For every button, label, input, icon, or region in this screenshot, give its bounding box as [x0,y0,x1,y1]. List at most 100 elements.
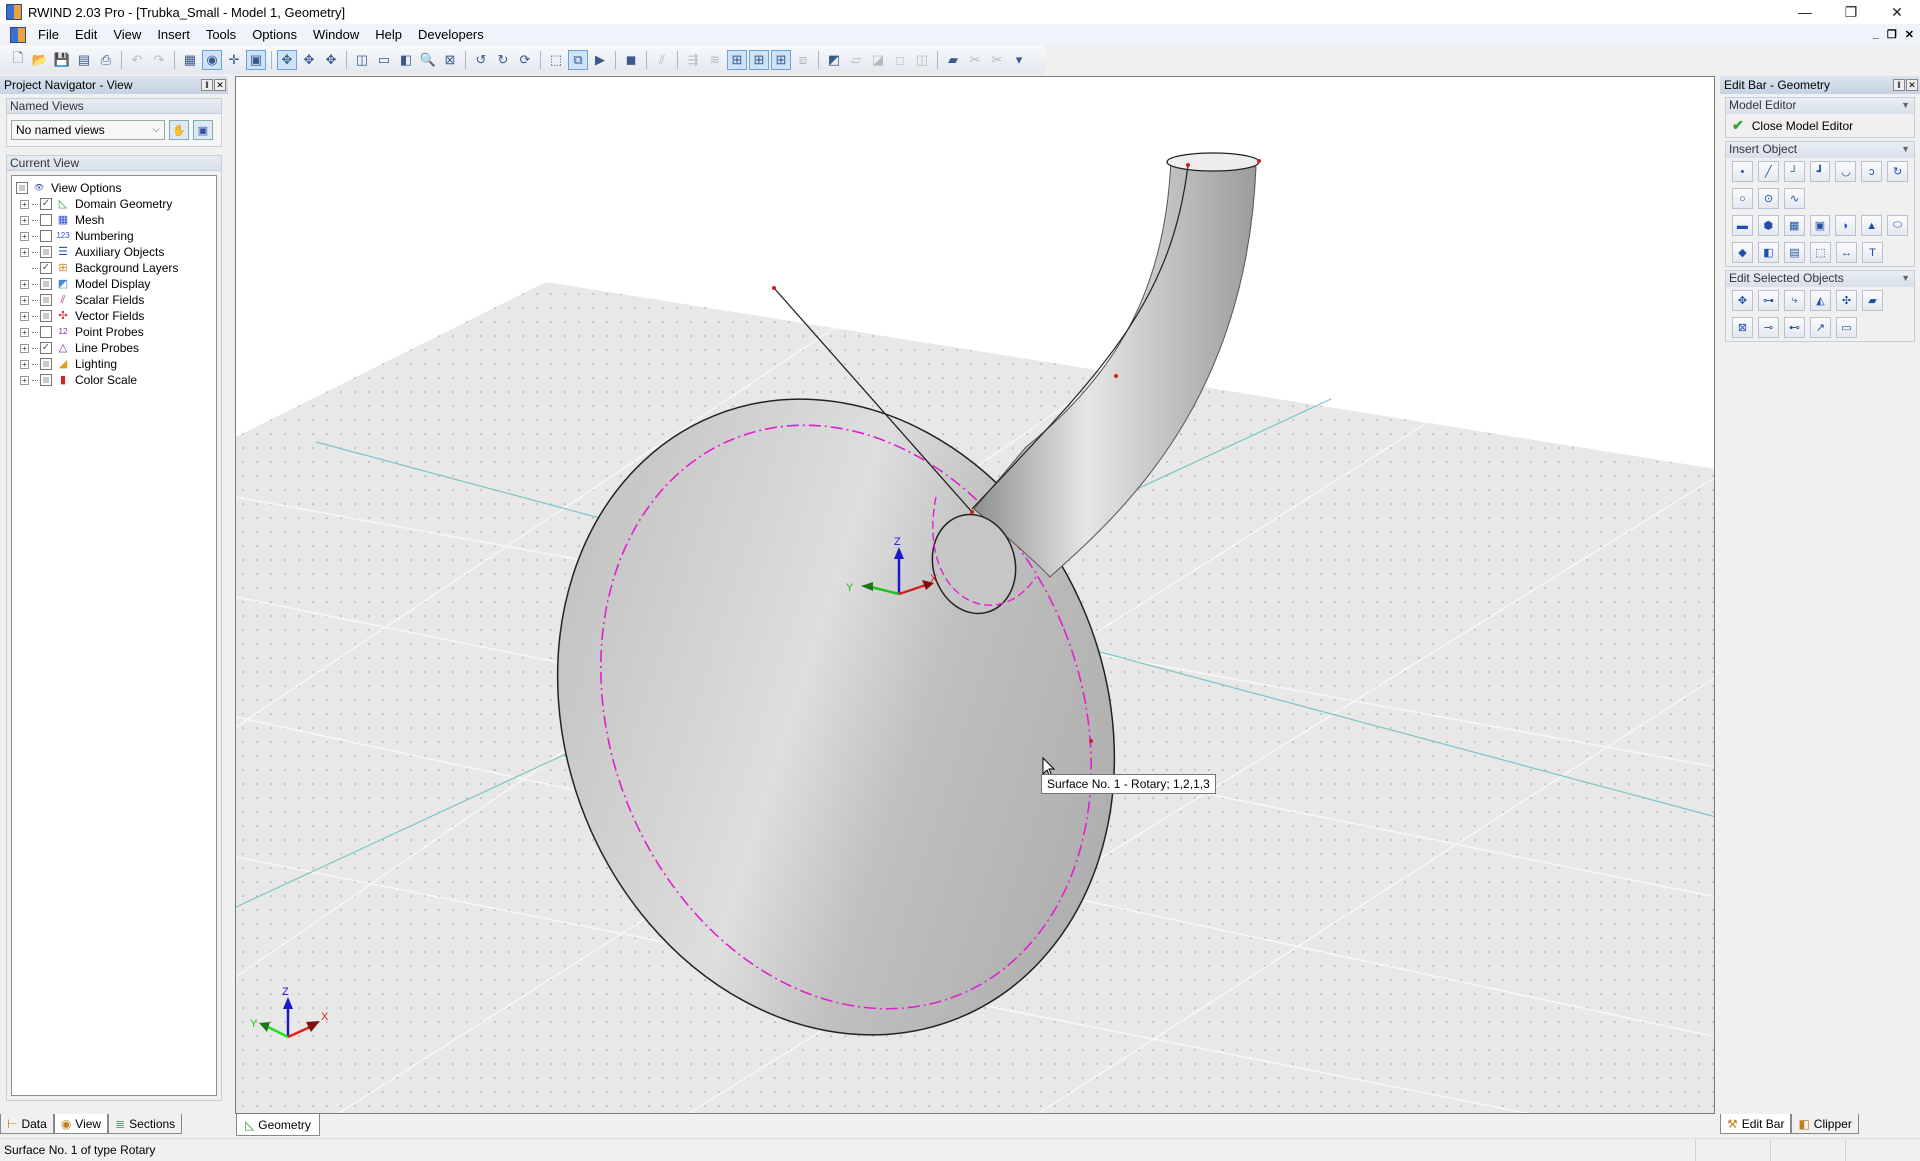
insert-solid-button[interactable]: ◧ [1758,242,1779,263]
menu-insert[interactable]: Insert [149,24,198,46]
visibility-checkbox[interactable] [16,182,28,194]
probe-b-button[interactable]: ⊞ [749,50,769,70]
project-button[interactable]: ▰ [1862,290,1883,311]
menu-view[interactable]: View [105,24,149,46]
insert-line-button[interactable]: ╱ [1757,161,1779,182]
move-copy-button[interactable]: ✥ [1732,290,1753,311]
slice-c-button[interactable]: ◫ [912,50,932,70]
plane-button[interactable]: ▱ [846,50,866,70]
grid-button[interactable]: ✛ [224,50,244,70]
visibility-checkbox[interactable]: ✓ [40,198,52,210]
visibility-checkbox[interactable] [40,278,52,290]
restore-button[interactable]: ❐ [1828,0,1874,24]
insert-node-button[interactable]: • [1732,161,1753,182]
insert-quad-surface-button[interactable]: ▣ [1809,215,1831,236]
divide-line-button[interactable]: ⊸ [1758,317,1779,338]
model-editor-header[interactable]: Model Editor ▼ [1726,98,1914,114]
model-data-button[interactable]: ▤ [74,50,94,70]
previous-view-button[interactable]: ◧ [396,50,416,70]
visibility-checkbox[interactable] [40,358,52,370]
zoom-button[interactable]: 🔍 [418,50,438,70]
expand-icon[interactable]: + [20,215,29,225]
wireframe-button[interactable]: ⬚ [546,50,566,70]
insert-circle-center-button[interactable]: ⊙ [1758,188,1779,209]
expand-icon[interactable]: + [20,199,29,209]
insert-extrude-button[interactable]: ▤ [1784,242,1805,263]
clipper-button[interactable]: ◩ [824,50,844,70]
insert-cylinder-button[interactable]: ⬭ [1887,215,1909,236]
extend-line-button[interactable]: ↗ [1810,317,1831,338]
expand-icon[interactable]: + [20,231,29,241]
tree-item-point-probes[interactable]: +12 Point Probes [16,324,212,340]
rotate-right-button[interactable]: ↻ [493,50,513,70]
menu-edit[interactable]: Edit [67,24,105,46]
save-button[interactable]: 💾 [52,50,72,70]
panel-close-icon[interactable]: ✕ [1906,79,1918,91]
insert-grid-surface-button[interactable]: ▦ [1783,215,1805,236]
redo-button[interactable]: ↷ [149,50,169,70]
insert-arc-button[interactable]: ◡ [1835,161,1857,182]
insert-circle-button[interactable]: ○ [1732,188,1753,209]
insert-box-button[interactable]: ⬚ [1810,242,1831,263]
expand-icon[interactable]: + [20,327,29,337]
probe-a-button[interactable]: ⊞ [727,50,747,70]
tab-view[interactable]: ◉ View [53,1114,109,1134]
mdi-minimize-button[interactable]: _ [1873,28,1879,41]
rotate-y-button[interactable]: ✥ [321,50,341,70]
tab-data[interactable]: ⊢ Data [0,1114,54,1134]
surface-select-button[interactable]: ▰ [943,50,963,70]
manage-views-button[interactable]: ✋ [169,120,189,140]
insert-object-header[interactable]: Insert Object ▼ [1726,142,1914,158]
new-button[interactable]: 🗋 [8,50,28,70]
tree-item-lighting[interactable]: + ◢ Lighting [16,356,212,372]
insert-polyline-button[interactable]: ┘ [1783,161,1805,182]
visibility-checkbox[interactable] [40,214,52,226]
model-scene[interactable]: Z Y X Z Y X [236,77,1715,1114]
tree-item-auxiliary-objects[interactable]: + ☰ Auxiliary Objects [16,244,212,260]
pan-button[interactable]: ▭ [374,50,394,70]
expand-icon[interactable]: + [20,375,29,385]
tab-geometry[interactable]: ◺ Geometry [236,1114,320,1136]
tab-sections[interactable]: ≣ Sections [108,1114,183,1134]
expand-icon[interactable]: + [20,359,29,369]
visibility-checkbox[interactable]: ✓ [40,262,52,274]
insert-polyline-step-button[interactable]: ┛ [1809,161,1831,182]
insert-cone-button[interactable]: ▲ [1861,215,1883,236]
tree-item-scalar-fields[interactable]: + ⫽ Scalar Fields [16,292,212,308]
mirror-button[interactable]: ◭ [1810,290,1831,311]
tree-item-model-display[interactable]: + ◩ Model Display [16,276,212,292]
edit-selected-header[interactable]: Edit Selected Objects ▼ [1726,271,1914,287]
probe-c-button[interactable]: ⊞ [771,50,791,70]
tree-item-numbering[interactable]: +123 Numbering [16,228,212,244]
tree-item-color-scale[interactable]: + ▮ Color Scale [16,372,212,388]
document-icon[interactable] [10,27,26,43]
cut-delete-button[interactable]: ✂ [987,50,1007,70]
render-mode-button[interactable]: ◼ [621,50,641,70]
slice-a-button[interactable]: ◪ [868,50,888,70]
scale-button[interactable]: ✣ [1836,290,1857,311]
insert-text-button[interactable]: T [1862,242,1883,263]
rotate-x-button[interactable]: ✥ [299,50,319,70]
tab-clipper[interactable]: ◧ Clipper [1791,1114,1859,1134]
menu-file[interactable]: File [30,24,67,46]
tree-item-line-probes[interactable]: + ✓ △ Line Probes [16,340,212,356]
tree-item-vector-fields[interactable]: + ✣ Vector Fields [16,308,212,324]
mdi-close-button[interactable]: ✕ [1905,28,1914,41]
close-button[interactable]: ✕ [1874,0,1920,24]
menu-options[interactable]: Options [244,24,305,46]
streamlines-button[interactable]: ≋ [705,50,725,70]
insert-spline-button[interactable]: ∿ [1784,188,1805,209]
select-button[interactable]: ▦ [180,50,200,70]
measure-button[interactable]: ▭ [1836,317,1857,338]
rotate-view-button[interactable]: ✥ [277,50,297,70]
expand-icon[interactable]: + [20,247,29,257]
visibility-checkbox[interactable] [40,326,52,338]
panel-close-icon[interactable]: ✕ [214,79,226,91]
visibility-checkbox[interactable] [40,294,52,306]
expand-icon[interactable]: + [20,295,29,305]
save-view-button[interactable]: ▣ [193,120,213,140]
divide-line-n-button[interactable]: ⊷ [1784,317,1805,338]
snap-button[interactable]: ▣ [246,50,266,70]
visibility-checkbox[interactable]: ✓ [40,342,52,354]
close-model-editor-button[interactable]: ✔ Close Model Editor [1726,114,1914,137]
